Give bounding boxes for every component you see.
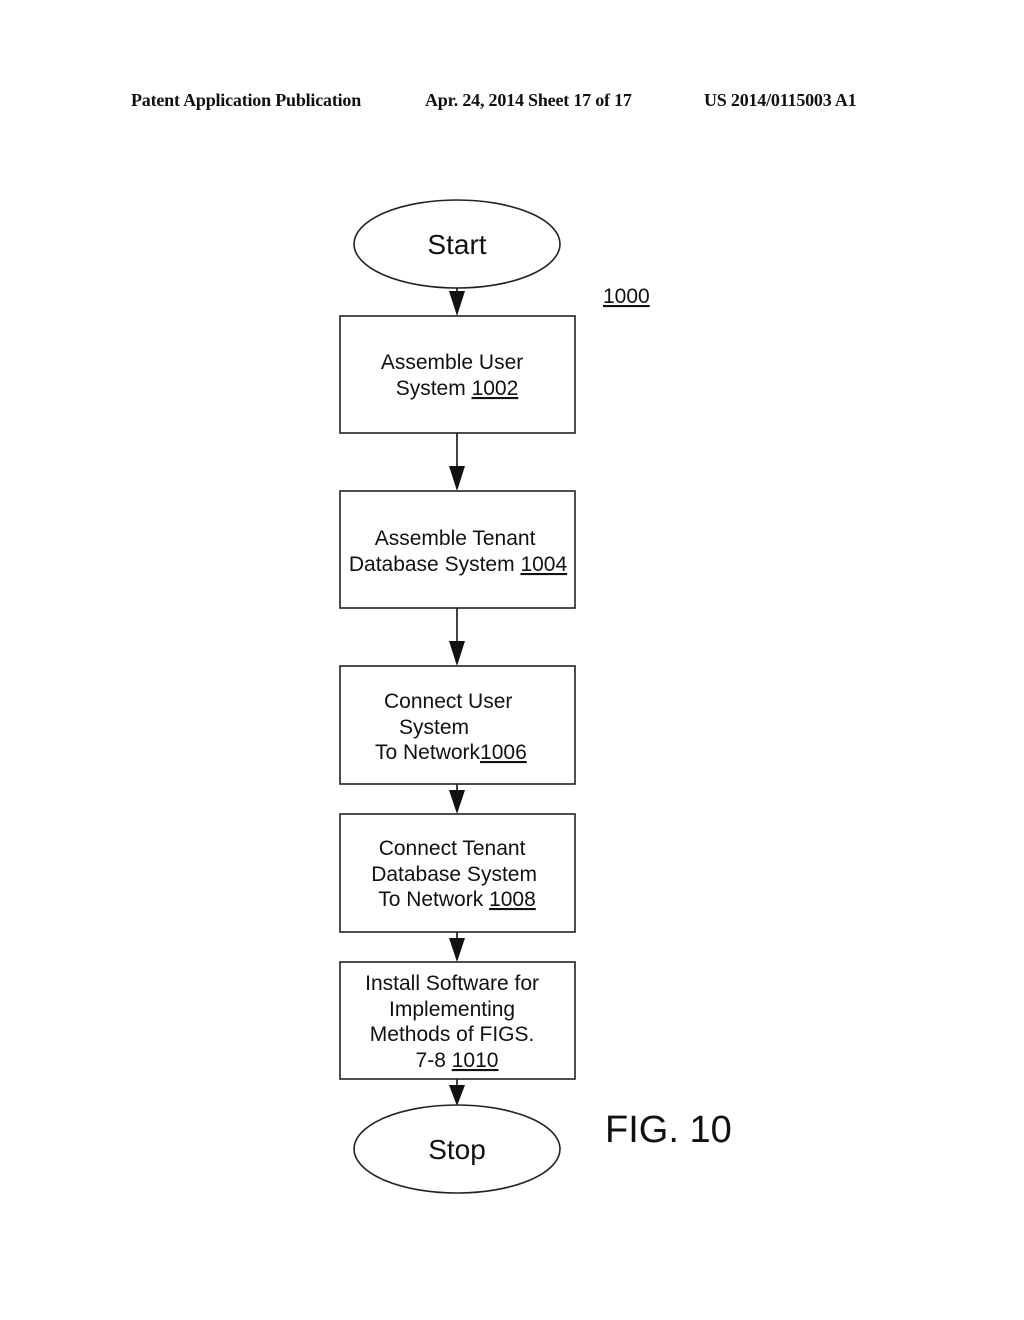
figure-label: FIG. 10 [605, 1109, 732, 1151]
flowchart: Start 1000 Assemble User System 1002 Ass… [339, 199, 732, 1194]
step-text-1008: Connect Tenant Database System To Networ… [371, 837, 543, 911]
step-line: System [399, 716, 469, 739]
step-box-1002 [339, 315, 576, 434]
step-line: Assemble Tenant [375, 527, 536, 550]
arrowhead [449, 938, 465, 962]
step-line: System 1002 [396, 377, 519, 400]
step-line: Implementing [389, 998, 515, 1021]
step-ref-1010: 1010 [452, 1049, 499, 1072]
step-ref-1004: 1004 [520, 553, 567, 576]
step-ref-1002: 1002 [472, 377, 519, 400]
arrowhead [449, 641, 465, 666]
step-line-text: To Network [375, 741, 481, 764]
step-ref-1008: 1008 [489, 888, 536, 911]
diagram-reference-number: 1000 [603, 285, 650, 308]
step-line: To Network 1008 [378, 888, 536, 911]
arrowhead [449, 790, 465, 814]
step-line: 7-8 1010 [416, 1049, 499, 1072]
arrowhead [449, 1085, 465, 1106]
step-line-text: System [396, 377, 472, 400]
step-ref-1006: 1006 [480, 741, 527, 764]
start-label: Start [427, 229, 486, 260]
step-line: To Network1006 [375, 741, 527, 764]
arrowhead [449, 466, 465, 491]
step-line: Connect Tenant [379, 837, 526, 860]
step-line: Connect User [384, 690, 512, 713]
step-line: Assemble User [381, 351, 523, 374]
step-line-text: 7-8 [416, 1049, 452, 1072]
stop-label: Stop [428, 1134, 486, 1165]
arrowhead [449, 291, 465, 316]
step-line: Database System [371, 863, 537, 886]
step-line: Database System 1004 [349, 553, 568, 576]
step-line-text: To Network [378, 888, 489, 911]
step-line-text: Database System [349, 553, 521, 576]
step-line: Install Software for [365, 972, 539, 995]
step-line: Methods of FIGS. [370, 1023, 535, 1046]
